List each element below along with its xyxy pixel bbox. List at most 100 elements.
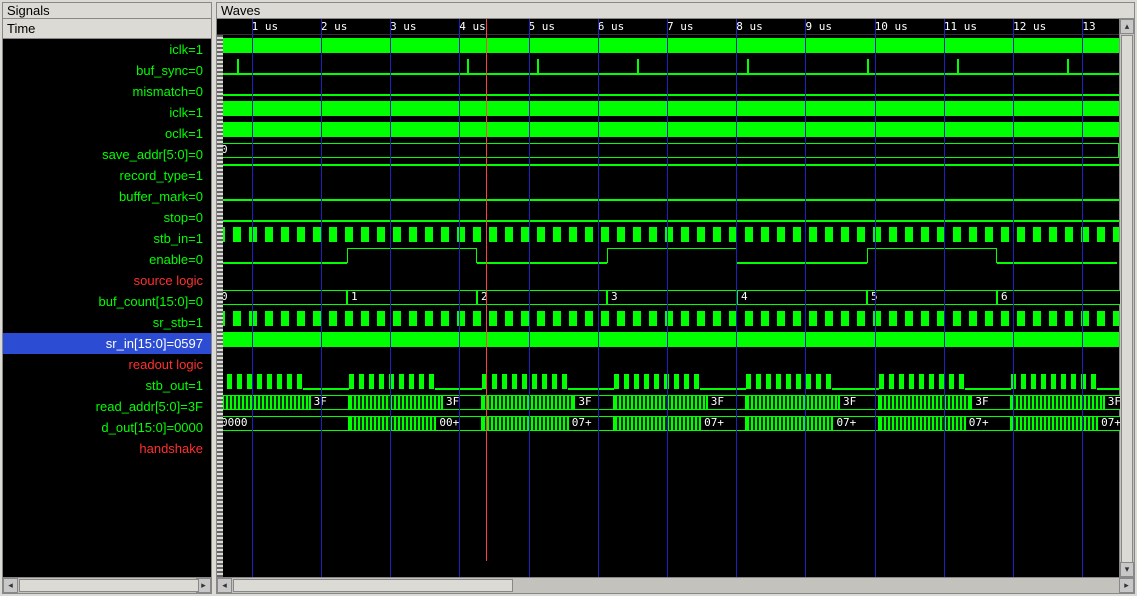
waves-body[interactable]: 1 us2 us3 us4 us5 us6 us7 us8 us9 us10 u… — [217, 19, 1134, 577]
bus-value: 6 — [997, 290, 1127, 305]
wave-area[interactable]: 1 us2 us3 us4 us5 us6 us7 us8 us9 us10 u… — [217, 19, 1119, 577]
bus-value: 07+ — [965, 416, 1011, 431]
signal-row[interactable]: source logic — [3, 270, 211, 291]
signal-row[interactable]: sr_in[15:0]=0597 — [3, 333, 211, 354]
bus-hatch — [482, 416, 568, 431]
wave-row[interactable] — [217, 434, 1119, 455]
grid-line — [805, 19, 806, 577]
signal-row[interactable]: read_addr[5:0]=3F — [3, 396, 211, 417]
bus-hatch — [879, 416, 965, 431]
bus-value: 0 — [217, 143, 1119, 158]
wave-row[interactable] — [217, 98, 1119, 119]
pulse — [237, 59, 239, 74]
grid-line — [875, 19, 876, 577]
drag-handle[interactable] — [217, 35, 223, 577]
scroll-right-icon[interactable]: ▸ — [1119, 578, 1134, 593]
wave-row[interactable] — [217, 518, 1119, 539]
signal-row[interactable]: stop=0 — [3, 207, 211, 228]
wave-row[interactable]: 0123456 — [217, 287, 1119, 308]
scroll-left-icon[interactable]: ◂ — [217, 578, 232, 593]
scroll-down-icon[interactable]: ▾ — [1120, 562, 1134, 577]
signal-row[interactable]: buf_count[15:0]=0 — [3, 291, 211, 312]
signal-row[interactable]: sr_stb=1 — [3, 312, 211, 333]
signal-row[interactable]: handshake — [3, 438, 211, 459]
waves-hscroll[interactable]: ◂ ▸ — [217, 577, 1134, 593]
wave-row[interactable] — [217, 371, 1119, 392]
grid-line — [529, 19, 530, 577]
grid-line — [459, 19, 460, 577]
bus-value: 3F — [971, 395, 1011, 410]
vscroll-thumb[interactable] — [1121, 35, 1133, 563]
wave-row[interactable] — [217, 161, 1119, 182]
wave-row[interactable] — [217, 539, 1119, 560]
bus-value: 2 — [477, 290, 607, 305]
wave-row[interactable] — [217, 35, 1119, 56]
signal-row[interactable]: mismatch=0 — [3, 81, 211, 102]
wave-row[interactable] — [217, 266, 1119, 287]
grid-line — [667, 19, 668, 577]
signal-row[interactable]: buffer_mark=0 — [3, 186, 211, 207]
bus-value: 1 — [347, 290, 477, 305]
wave-row[interactable] — [217, 119, 1119, 140]
grid-line — [1082, 19, 1083, 577]
wave-row[interactable] — [217, 77, 1119, 98]
time-cursor[interactable] — [486, 19, 487, 561]
pulse — [867, 59, 869, 74]
grid-line — [736, 19, 737, 577]
scroll-thumb[interactable] — [19, 579, 199, 592]
scroll-left-icon[interactable]: ◂ — [3, 578, 18, 593]
wave-row[interactable] — [217, 455, 1119, 476]
signal-row[interactable]: iclk=1 — [3, 102, 211, 123]
waves-vscroll[interactable]: ▴ ▾ — [1119, 19, 1134, 577]
signal-row[interactable]: readout logic — [3, 354, 211, 375]
signal-row[interactable]: buf_sync=0 — [3, 60, 211, 81]
signal-row[interactable]: oclk=1 — [3, 123, 211, 144]
wave-row[interactable]: 0 — [217, 140, 1119, 161]
wave-row[interactable] — [217, 203, 1119, 224]
bus-value: 0 — [217, 290, 347, 305]
ruler-tick: 4 us — [459, 20, 486, 33]
grid-line — [390, 19, 391, 577]
signals-hscroll[interactable]: ◂ ▸ — [3, 577, 211, 593]
wave-row[interactable] — [217, 497, 1119, 518]
signal-row[interactable]: d_out[15:0]=0000 — [3, 417, 211, 438]
ruler-tick: 9 us — [805, 20, 832, 33]
wave-row[interactable] — [217, 329, 1119, 350]
wave-row[interactable] — [217, 56, 1119, 77]
signals-title: Signals — [3, 3, 211, 19]
bus-hatch — [1011, 395, 1104, 410]
bus-value: 4 — [737, 290, 867, 305]
signals-list[interactable]: iclk=1buf_sync=0mismatch=0iclk=1oclk=1sa… — [3, 39, 211, 577]
signal-row[interactable]: enable=0 — [3, 249, 211, 270]
signal-row[interactable]: record_type=1 — [3, 165, 211, 186]
bus-value: 07+ — [568, 416, 614, 431]
time-ruler[interactable]: 1 us2 us3 us4 us5 us6 us7 us8 us9 us10 u… — [217, 19, 1119, 35]
pulse — [747, 59, 749, 74]
bus-hatch — [1011, 416, 1097, 431]
wave-row[interactable] — [217, 245, 1119, 266]
wave-row[interactable] — [217, 350, 1119, 371]
wave-row[interactable] — [217, 476, 1119, 497]
hscroll-thumb[interactable] — [233, 579, 513, 592]
signal-row[interactable]: stb_in=1 — [3, 228, 211, 249]
signal-row[interactable]: stb_out=1 — [3, 375, 211, 396]
scroll-up-icon[interactable]: ▴ — [1120, 19, 1134, 34]
ruler-tick: 11 us — [944, 20, 977, 33]
signal-row[interactable]: save_addr[5:0]=0 — [3, 144, 211, 165]
wave-row[interactable]: 000000+07+07+07+07+07+ — [217, 413, 1119, 434]
pulse — [637, 59, 639, 74]
ruler-tick: 6 us — [598, 20, 625, 33]
wave-row[interactable]: 3F3F3F3F3F3F3F — [217, 392, 1119, 413]
bus-hatch — [614, 395, 707, 410]
ruler-tick: 13 — [1082, 20, 1095, 33]
bus-value: 07+ — [832, 416, 878, 431]
grid-line — [1013, 19, 1014, 577]
bus-hatch — [879, 395, 972, 410]
pulse — [1067, 59, 1069, 74]
wave-row[interactable] — [217, 182, 1119, 203]
bus-value: 3F — [707, 395, 747, 410]
ruler-tick: 8 us — [736, 20, 763, 33]
wave-row[interactable] — [217, 224, 1119, 245]
wave-row[interactable] — [217, 308, 1119, 329]
signal-row[interactable]: iclk=1 — [3, 39, 211, 60]
